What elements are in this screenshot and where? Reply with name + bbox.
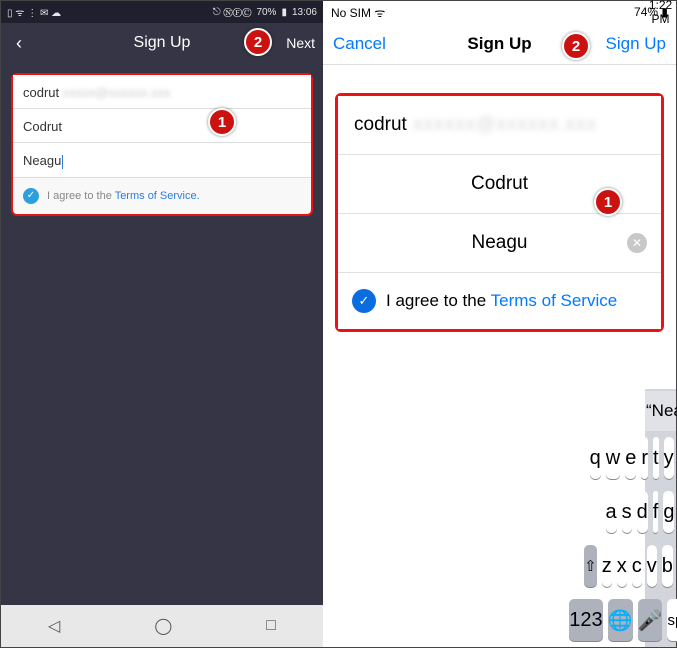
suggestion-bar: “Neagu” Neagu’s [645, 391, 676, 431]
android-statusbar: ▯ ᯤ ⋮ ✉ ☁ ⎋ ⓃⒻⒸ 70% ▮ 13:06 [1, 1, 323, 23]
key-t[interactable]: t [653, 437, 659, 479]
space-key[interactable]: space [667, 599, 677, 641]
next-button[interactable]: Next [286, 35, 315, 51]
agree-label: I agree to the [47, 190, 115, 202]
nfc-icon: ⎋ ⓃⒻⒸ [213, 7, 252, 18]
key-a[interactable]: a [606, 491, 617, 533]
key-s[interactable]: s [622, 491, 632, 533]
battery-icon: ▮ [281, 7, 287, 18]
key-r[interactable]: r [641, 437, 648, 479]
first-name-field[interactable]: Codrut [13, 109, 311, 143]
key-v[interactable]: v [647, 545, 657, 587]
key-b[interactable]: b [662, 545, 673, 587]
signup-button[interactable]: Sign Up [606, 34, 666, 54]
clock: 13:06 [292, 7, 317, 18]
agree-row[interactable]: ✓ I agree to the Terms of Service [338, 273, 661, 329]
mic-key[interactable]: 🎤 [638, 599, 663, 641]
carrier-label: No SIM [331, 6, 371, 20]
agree-row[interactable]: ✓ I agree to the Terms of Service. [13, 178, 311, 208]
last-name-field[interactable]: Neagu ✕ [338, 214, 661, 273]
email-field[interactable]: codrut xxxxxx@xxxxxx.xxx [338, 96, 661, 155]
key-f[interactable]: f [653, 491, 659, 533]
ios-keyboard: “Neagu” Neagu’s qwertyuiop asdfghjkl ⇧ z… [645, 389, 676, 647]
cancel-button[interactable]: Cancel [323, 34, 386, 54]
key-d[interactable]: d [637, 491, 648, 533]
ios-statusbar: No SIM ᯤ 1:22 PM 74% ▮ [323, 1, 676, 23]
clear-icon[interactable]: ✕ [627, 233, 647, 253]
back-button[interactable]: ‹ [1, 33, 37, 54]
suggestion[interactable]: “Neagu” [646, 401, 677, 421]
numbers-key[interactable]: 123 [569, 599, 602, 641]
key-c[interactable]: c [632, 545, 642, 587]
wifi-icon: ᯤ [374, 6, 385, 20]
wifi-icon: ▯ ᯤ ⋮ ✉ ☁ [7, 5, 61, 19]
nav-back-icon[interactable]: ◁ [48, 616, 60, 636]
battery-text: 70% [256, 7, 276, 18]
key-z[interactable]: z [602, 545, 612, 587]
key-w[interactable]: w [606, 437, 620, 479]
android-form: codrut xxxxx@xxxxxx.xxx Codrut Neagu ✓ I… [11, 73, 313, 216]
android-header: ‹ Sign Up Next [1, 23, 323, 63]
key-e[interactable]: e [625, 437, 636, 479]
shift-key[interactable]: ⇧ [584, 545, 597, 587]
checkmark-icon[interactable]: ✓ [23, 188, 39, 204]
key-y[interactable]: y [664, 437, 674, 479]
checkmark-icon[interactable]: ✓ [352, 289, 376, 313]
android-navbar: ◁ ◯ □ [1, 605, 323, 647]
email-field[interactable]: codrut xxxxx@xxxxxx.xxx [13, 75, 311, 109]
last-name-field[interactable]: Neagu [13, 143, 311, 178]
globe-key[interactable]: 🌐 [608, 599, 633, 641]
android-pane: ▯ ᯤ ⋮ ✉ ☁ ⎋ ⓃⒻⒸ 70% ▮ 13:06 ‹ Sign Up Ne… [1, 1, 323, 647]
callout-badge: 2 [244, 28, 272, 56]
nav-home-icon[interactable]: ◯ [154, 616, 172, 636]
callout-badge: 1 [208, 108, 236, 136]
page-title: Sign Up [1, 34, 323, 52]
agree-label: I agree to the [386, 291, 491, 310]
key-x[interactable]: x [617, 545, 627, 587]
key-q[interactable]: q [590, 437, 601, 479]
ios-pane: No SIM ᯤ 1:22 PM 74% ▮ Cancel Sign Up Si… [323, 1, 676, 647]
tos-link[interactable]: Terms of Service. [115, 190, 200, 202]
callout-badge: 1 [594, 188, 622, 216]
tos-link[interactable]: Terms of Service [491, 291, 618, 310]
ios-header: Cancel Sign Up Sign Up [323, 23, 676, 65]
nav-recent-icon[interactable]: □ [266, 617, 276, 635]
callout-badge: 2 [562, 32, 590, 60]
key-g[interactable]: g [663, 491, 674, 533]
